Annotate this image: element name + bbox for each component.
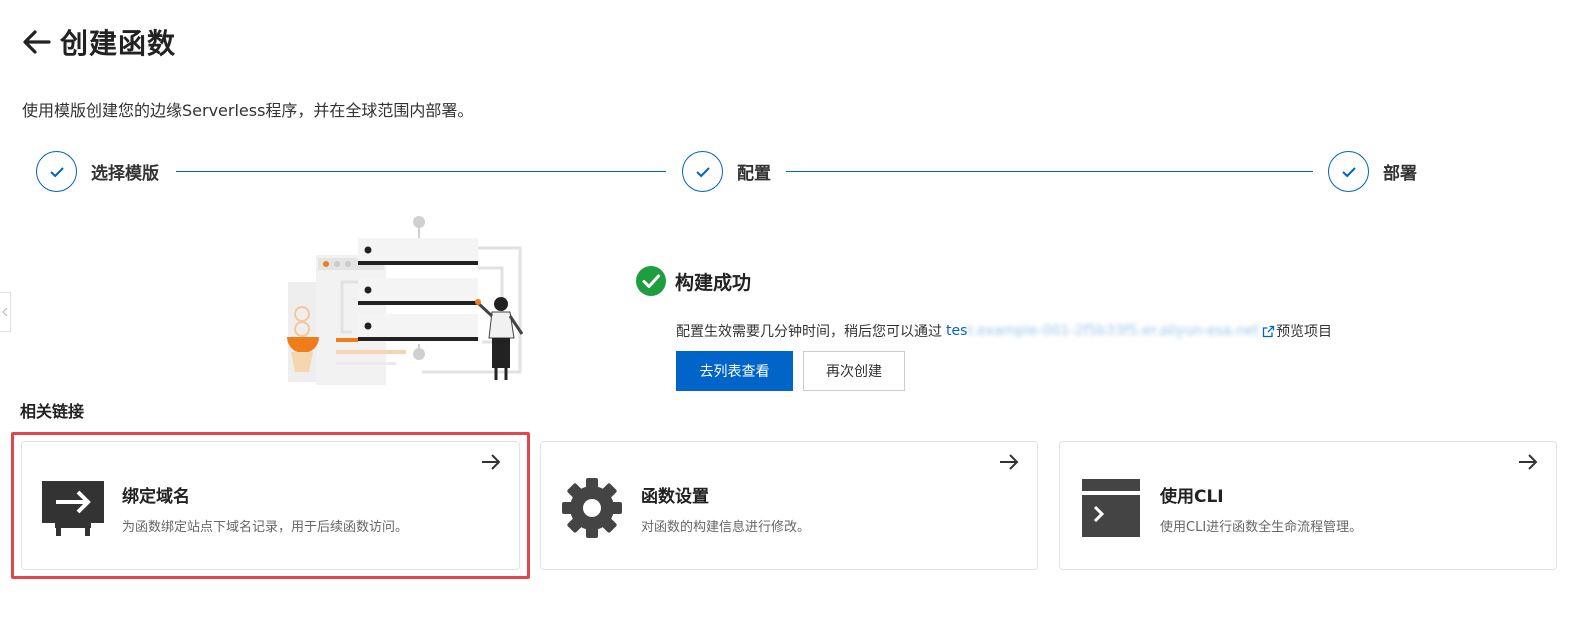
page-header: 创建函数 bbox=[20, 22, 176, 62]
message-prefix: 配置生效需要几分钟时间，稍后您可以通过 bbox=[676, 324, 942, 340]
related-links-title: 相关链接 bbox=[20, 402, 85, 421]
card-description: 使用CLI进行函数全生命流程管理。 bbox=[1160, 520, 1363, 535]
preview-domain-link[interactable]: test.example-001-2f5b33f5.er.aliyun-esa.… bbox=[946, 323, 1259, 339]
message-suffix: 预览项目 bbox=[1276, 324, 1333, 340]
build-result-panel: 构建成功 配置生效需要几分钟时间，稍后您可以通过 test.example-00… bbox=[636, 266, 1332, 391]
card-description: 为函数绑定站点下域名记录，用于后续函数访问。 bbox=[122, 520, 409, 535]
build-illustration bbox=[287, 216, 524, 385]
card-title: 函数设置 bbox=[641, 487, 709, 507]
card-title: 绑定域名 bbox=[122, 487, 190, 507]
success-check-icon bbox=[636, 266, 666, 296]
arrow-left-icon bbox=[23, 30, 51, 54]
step-configure: 配置 bbox=[682, 151, 771, 192]
bind-domain-card[interactable]: 绑定域名 为函数绑定站点下域名记录，用于后续函数访问。 bbox=[21, 441, 520, 570]
card-description: 对函数的构建信息进行修改。 bbox=[641, 520, 811, 535]
chevron-left-icon bbox=[2, 307, 8, 317]
function-settings-card[interactable]: 函数设置 对函数的构建信息进行修改。 bbox=[540, 441, 1038, 570]
check-icon bbox=[49, 166, 64, 177]
create-again-button[interactable]: 再次创建 bbox=[803, 351, 905, 391]
arrow-right-icon bbox=[482, 454, 501, 470]
monitor-arrow-icon bbox=[42, 481, 104, 536]
external-link-icon[interactable] bbox=[1262, 325, 1275, 338]
arrow-right-icon bbox=[1000, 454, 1019, 470]
step-deploy: 部署 bbox=[1328, 151, 1417, 192]
domain-visible: tes bbox=[946, 323, 968, 339]
step-check-circle bbox=[682, 151, 723, 192]
step-select-template: 选择模版 bbox=[36, 151, 159, 192]
check-icon bbox=[1341, 166, 1356, 177]
result-actions: 去列表查看 再次创建 bbox=[676, 351, 905, 391]
page-title: 创建函数 bbox=[60, 27, 177, 60]
step-indicator: 选择模版 配置 部署 bbox=[36, 151, 1446, 193]
arrow-right-icon bbox=[1519, 454, 1538, 470]
step-label: 选择模版 bbox=[91, 164, 159, 184]
back-button[interactable] bbox=[20, 24, 52, 60]
step-check-circle bbox=[1328, 151, 1369, 192]
step-label: 配置 bbox=[737, 164, 771, 184]
step-label: 部署 bbox=[1383, 164, 1417, 184]
collapse-sidebar-tab[interactable] bbox=[0, 292, 11, 332]
use-cli-card[interactable]: 使用CLI 使用CLI进行函数全生命流程管理。 bbox=[1059, 441, 1557, 570]
page-description: 使用模版创建您的边缘Serverless程序，并在全球范围内部署。 bbox=[22, 101, 474, 120]
domain-blurred: t.example-001-2f5b33f5.er.aliyun-esa.net bbox=[967, 323, 1260, 339]
card-title: 使用CLI bbox=[1160, 487, 1224, 507]
step-check-circle bbox=[36, 151, 77, 192]
check-icon bbox=[695, 166, 710, 177]
result-message: 配置生效需要几分钟时间，稍后您可以通过 test.example-001-2f5… bbox=[676, 321, 1332, 341]
step-connector bbox=[786, 171, 1313, 172]
result-heading: 构建成功 bbox=[636, 266, 751, 296]
gear-icon bbox=[562, 478, 622, 538]
terminal-icon bbox=[1082, 479, 1140, 537]
result-title: 构建成功 bbox=[675, 271, 752, 294]
view-list-button[interactable]: 去列表查看 bbox=[676, 351, 793, 391]
step-connector bbox=[176, 171, 666, 172]
